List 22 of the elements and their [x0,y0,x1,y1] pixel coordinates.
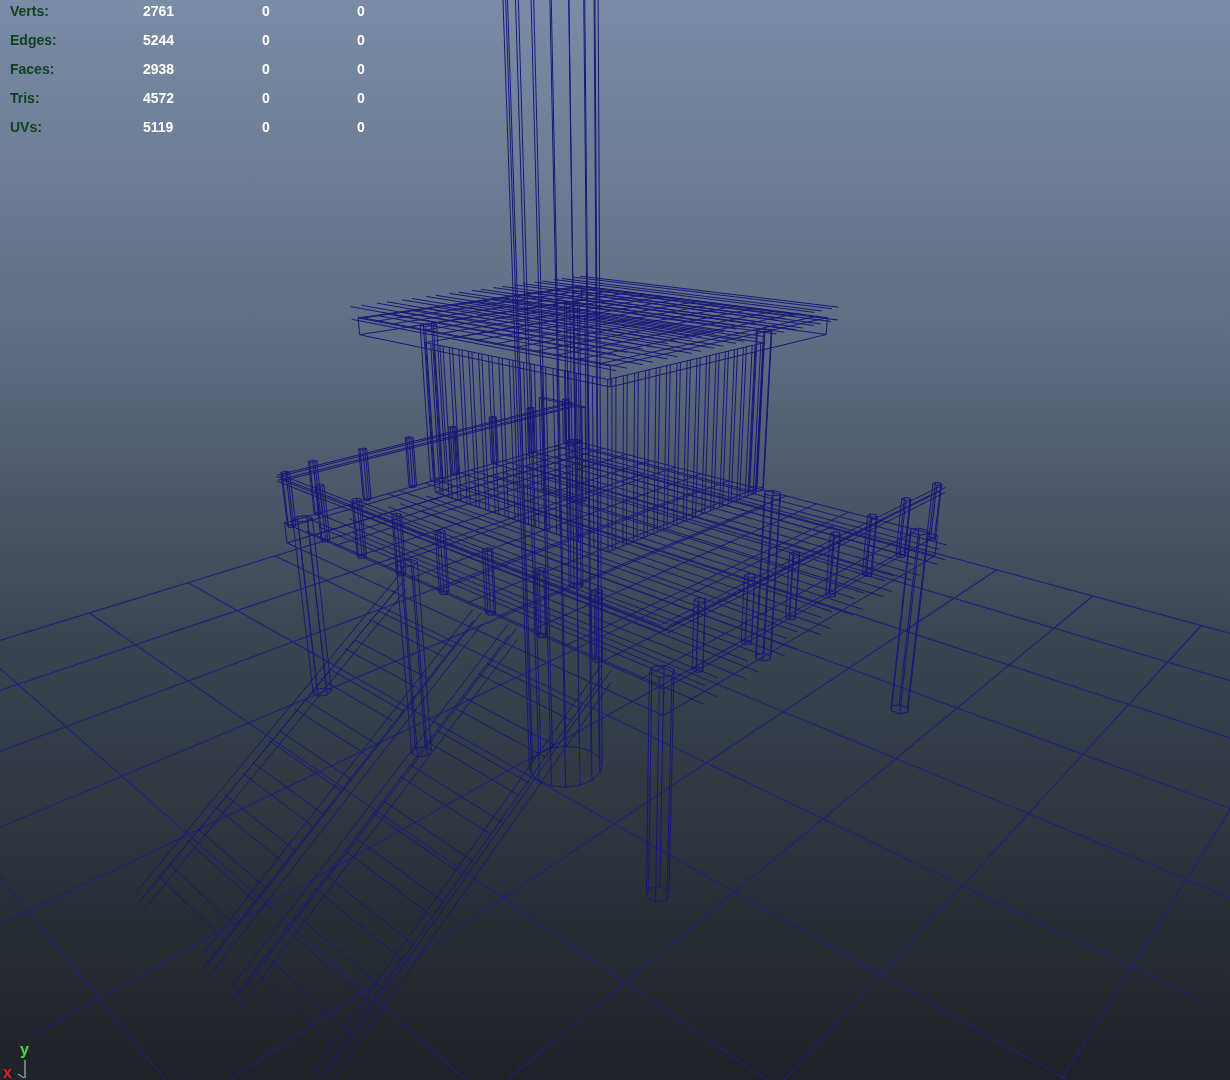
hud-label: Tris: [10,89,41,107]
axis-label: x [3,1064,12,1080]
hud-value: 0 [357,118,365,136]
axis-label: y [20,1041,29,1058]
hud-value: 0 [262,89,271,107]
hud-label: Edges: [10,31,58,49]
hud-value: 5244 [143,31,176,49]
hud-value: 5119 [143,118,175,136]
hud-value: 0 [357,60,365,78]
hud-value: 0 [262,118,271,136]
hud-value: 0 [357,31,365,49]
hud-label: UVs: [10,118,43,136]
hud-value: 0 [262,60,271,78]
hud-value: 0 [262,31,271,49]
hud-value: 0 [262,2,271,20]
hud-value: 2761 [143,2,176,20]
hud-value: 0 [357,89,365,107]
hud-value: 2938 [143,60,176,78]
hud-value: 0 [357,2,365,20]
hud-label: Faces: [10,60,56,78]
hud-value: 4572 [143,89,176,107]
hud-label: Verts: [10,2,50,20]
